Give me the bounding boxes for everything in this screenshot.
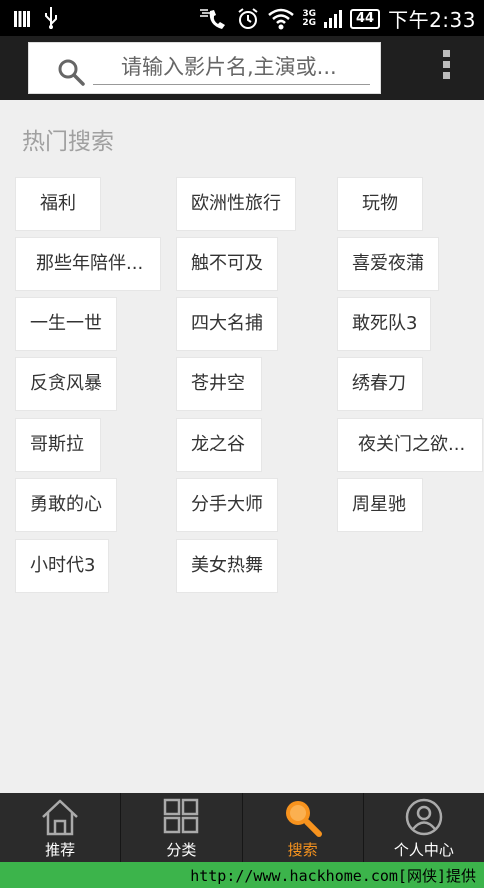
nav-profile[interactable]: 个人中心	[364, 793, 484, 862]
nav-label: 分类	[166, 841, 197, 859]
signal-bars-icon	[14, 11, 30, 27]
usb-icon	[45, 7, 57, 29]
battery-indicator: 44	[349, 8, 381, 29]
app-screen: 3G 2G 44 下午2:33 热门搜索 福利 欧洲性旅行 玩物	[0, 0, 484, 862]
hot-tag[interactable]: 周星驰	[338, 479, 422, 531]
user-icon	[405, 798, 443, 836]
overflow-menu-icon[interactable]	[440, 50, 452, 86]
hot-tag[interactable]: 敢死队3	[338, 298, 430, 350]
wifi-icon	[268, 8, 295, 29]
hot-tag[interactable]: 夜关门之欲...	[338, 419, 482, 471]
clock: 下午2:33	[388, 8, 476, 32]
hot-tag[interactable]: 那些年陪伴...	[16, 238, 160, 290]
hot-tag[interactable]: 一生一世	[16, 298, 116, 350]
search-underline	[93, 84, 370, 85]
hot-tag[interactable]: 小时代3	[16, 540, 108, 592]
search-icon	[58, 59, 85, 86]
hot-tag[interactable]: 反贪风暴	[16, 358, 116, 410]
watermark-text: http://www.hackhome.com[网侠]提供	[190, 867, 476, 885]
cell-signal-icon	[323, 9, 342, 28]
hot-tag[interactable]: 玩物	[338, 178, 422, 230]
search-icon	[285, 801, 322, 837]
search-input[interactable]	[107, 51, 383, 83]
hot-tag[interactable]: 龙之谷	[177, 419, 261, 471]
hot-tag[interactable]: 苍井空	[177, 358, 261, 410]
network-type: 3G 2G	[302, 8, 316, 28]
hot-tag[interactable]: 美女热舞	[177, 540, 277, 592]
grid-icon	[164, 798, 199, 834]
nav-search[interactable]: 搜索	[243, 793, 364, 862]
nav-recommend[interactable]: 推荐	[0, 793, 122, 862]
nav-category[interactable]: 分类	[121, 793, 243, 862]
mute-phone-icon	[200, 8, 226, 29]
hot-tag[interactable]: 分手大师	[177, 479, 277, 531]
hot-tag[interactable]: 勇敢的心	[16, 479, 116, 531]
watermark-strip: http://www.hackhome.com[网侠]提供	[0, 862, 484, 888]
nav-label: 推荐	[45, 841, 76, 859]
home-icon	[42, 799, 78, 836]
hot-tag[interactable]: 四大名捕	[177, 298, 277, 350]
hot-tag[interactable]: 哥斯拉	[16, 419, 100, 471]
search-header	[0, 36, 484, 100]
bottom-navigation: 推荐 分类 搜索 个人中心	[0, 793, 484, 862]
alarm-icon	[238, 7, 258, 29]
nav-label: 搜索	[287, 841, 318, 859]
hot-tag[interactable]: 喜爱夜蒲	[338, 238, 438, 290]
hot-tag[interactable]: 欧洲性旅行	[177, 178, 295, 230]
hot-tag[interactable]: 福利	[16, 178, 100, 230]
hot-tag[interactable]: 触不可及	[177, 238, 277, 290]
hot-search-title: 热门搜索	[22, 129, 114, 155]
status-bar: 3G 2G 44 下午2:33	[0, 0, 484, 36]
search-box[interactable]	[28, 42, 383, 94]
nav-label: 个人中心	[393, 841, 454, 859]
hot-tag[interactable]: 绣春刀	[338, 358, 422, 410]
